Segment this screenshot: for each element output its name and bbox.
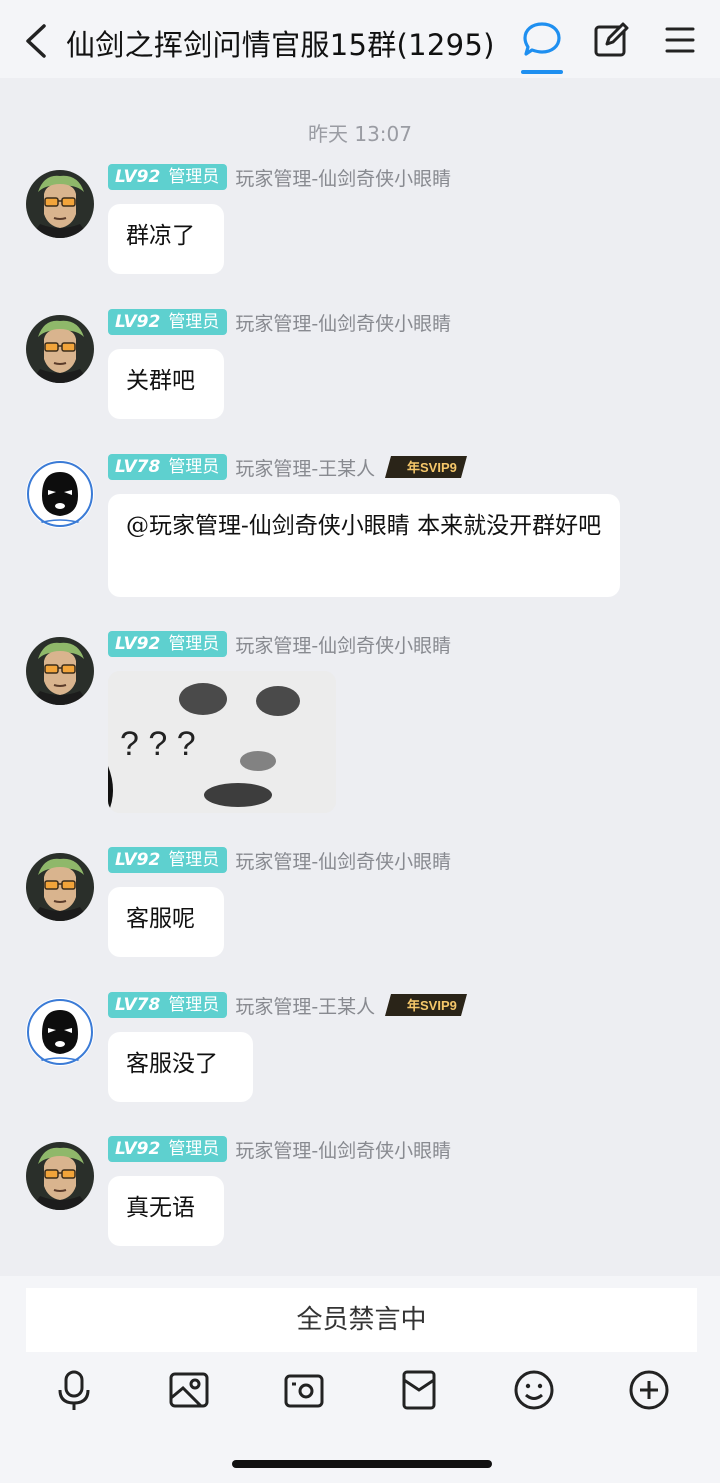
input-panel: 全员禁言中 [0, 1276, 720, 1483]
message-bubble[interactable]: 群凉了 [108, 204, 224, 274]
message-bubble[interactable]: 真无语 [108, 1176, 224, 1246]
level-badge: LV92 管理员 [108, 309, 228, 335]
level-badge: LV92 管理员 [108, 1136, 228, 1162]
sender-header: LV78 管理员 玩家管理-王某人 年SVIP9 [108, 454, 468, 481]
sender-header: LV92 管理员 玩家管理-仙剑奇侠小眼睛 [108, 164, 451, 190]
sender-header: LV92 管理员 玩家管理-仙剑奇侠小眼睛 [108, 847, 451, 873]
sender-header: LV92 管理员 玩家管理-仙剑奇侠小眼睛 [108, 1136, 451, 1162]
menu-icon[interactable] [664, 24, 696, 56]
edit-icon[interactable] [593, 22, 629, 58]
chat-bubble-icon [523, 22, 561, 56]
home-indicator[interactable] [232, 1460, 492, 1468]
message-bubble[interactable]: @玩家管理-仙剑奇侠小眼睛 本来就没开群好吧 [108, 494, 620, 597]
sender-name[interactable]: 玩家管理-王某人 [235, 992, 375, 1019]
avatar[interactable] [26, 637, 94, 705]
top-bar: 仙剑之挥剑问情官服15群(1295) [0, 0, 720, 78]
avatar[interactable] [26, 315, 94, 383]
svip-badge[interactable]: 年SVIP9 [385, 994, 468, 1016]
image-icon[interactable] [167, 1368, 211, 1412]
plus-icon[interactable] [627, 1368, 671, 1412]
level-badge: LV78 管理员 [108, 992, 228, 1018]
svip-badge[interactable]: 年SVIP9 [385, 456, 468, 478]
message-bubble[interactable]: 客服没了 [108, 1032, 253, 1102]
active-tab-indicator [521, 70, 563, 74]
sender-name[interactable]: 玩家管理-仙剑奇侠小眼睛 [235, 1136, 451, 1163]
back-icon[interactable] [20, 22, 54, 60]
mic-icon[interactable] [52, 1368, 96, 1412]
sender-name[interactable]: 玩家管理-仙剑奇侠小眼睛 [235, 631, 451, 658]
svg-text:? ? ?: ? ? ? [120, 725, 196, 763]
mute-notice: 全员禁言中 [26, 1288, 697, 1352]
message-timestamp: 昨天 13:07 [308, 122, 412, 146]
level-badge: LV78 管理员 [108, 454, 228, 480]
camera-icon[interactable] [282, 1368, 326, 1412]
page-title: 仙剑之挥剑问情官服15群(1295) [66, 28, 495, 62]
sender-name[interactable]: 玩家管理-仙剑奇侠小眼睛 [235, 847, 451, 874]
chat-area[interactable]: 昨天 13:07 LV92 管理员 玩家管理-仙剑奇侠小眼睛 群凉了 LV92 管理… [0, 78, 720, 1276]
sender-header: LV78 管理员 玩家管理-王某人 年SVIP9 [108, 992, 468, 1019]
sender-name[interactable]: 玩家管理-仙剑奇侠小眼睛 [235, 164, 451, 191]
avatar[interactable] [26, 998, 94, 1066]
avatar[interactable] [26, 853, 94, 921]
svg-text:年SVIP9: 年SVIP9 [407, 460, 457, 475]
level-badge: LV92 管理员 [108, 164, 228, 190]
sticker-image[interactable]: ? ? ? [108, 671, 336, 813]
svg-text:年SVIP9: 年SVIP9 [407, 998, 457, 1013]
avatar[interactable] [26, 1142, 94, 1210]
level-badge: LV92 管理员 [108, 631, 228, 657]
avatar[interactable] [26, 460, 94, 528]
message-bubble[interactable]: 客服呢 [108, 887, 224, 957]
sender-header: LV92 管理员 玩家管理-仙剑奇侠小眼睛 [108, 309, 451, 335]
red-packet-icon[interactable] [397, 1368, 441, 1412]
level-badge: LV92 管理员 [108, 847, 228, 873]
emoji-icon[interactable] [512, 1368, 556, 1412]
message-bubble[interactable]: 关群吧 [108, 349, 224, 419]
avatar[interactable] [26, 170, 94, 238]
sender-name[interactable]: 玩家管理-仙剑奇侠小眼睛 [235, 309, 451, 336]
sender-name[interactable]: 玩家管理-王某人 [235, 454, 375, 481]
sender-header: LV92 管理员 玩家管理-仙剑奇侠小眼睛 [108, 631, 451, 657]
chat-tab[interactable] [521, 20, 563, 76]
